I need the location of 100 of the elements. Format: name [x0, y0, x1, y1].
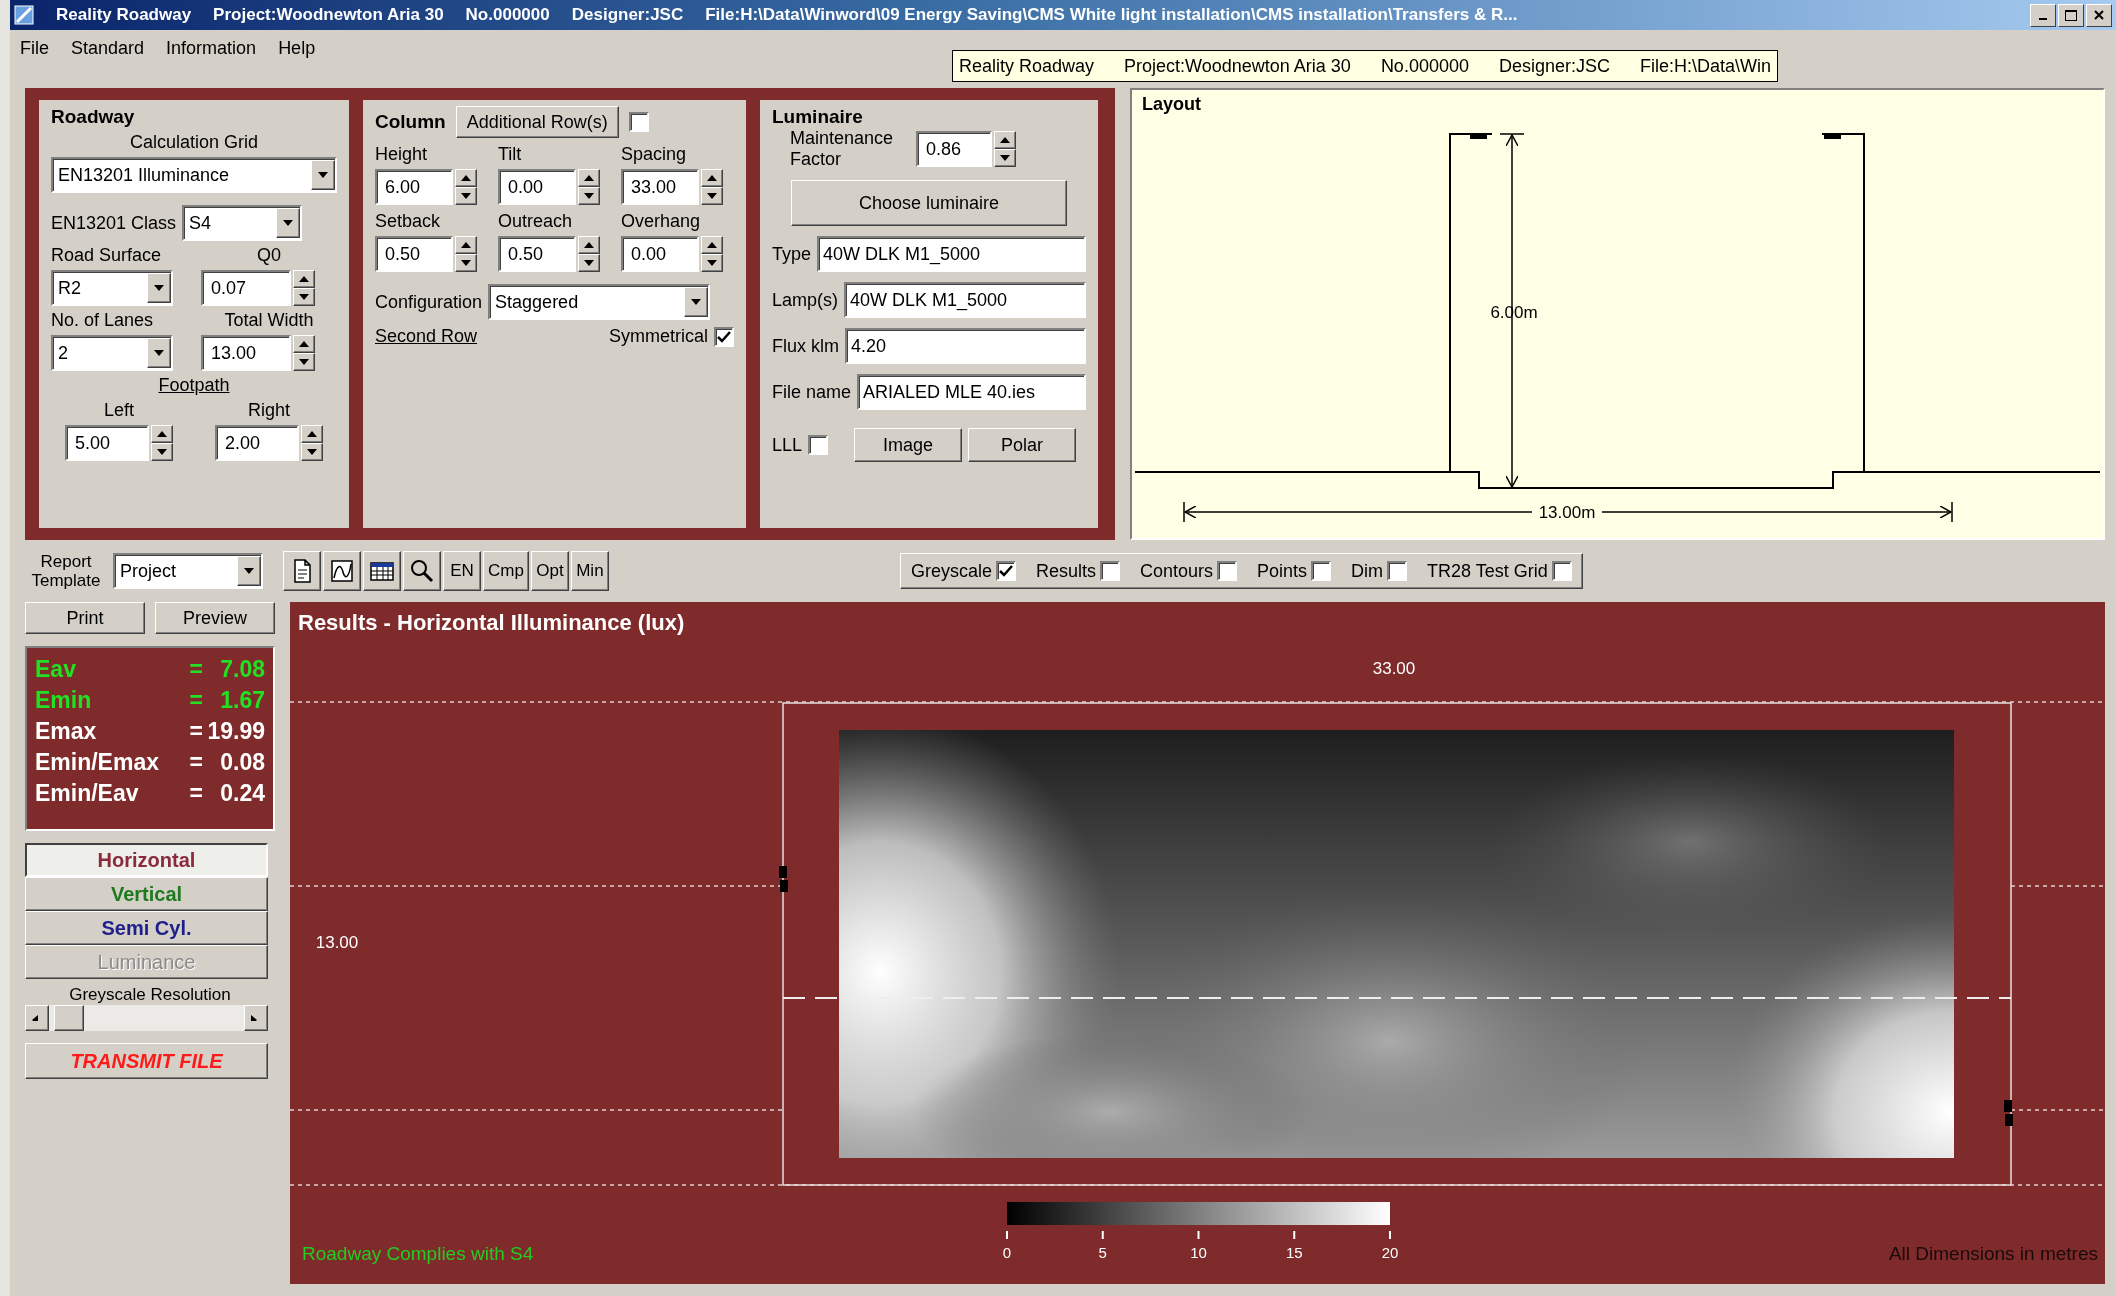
caret-down-icon [244, 568, 254, 574]
spin-up-button[interactable] [455, 236, 477, 254]
number-field[interactable]: 0.00 [498, 169, 576, 205]
caret-down-icon [584, 260, 594, 266]
spin-down-button[interactable] [578, 187, 600, 205]
polar-button[interactable]: Polar [968, 428, 1077, 462]
choose-luminaire-button[interactable]: Choose luminaire [791, 180, 1067, 226]
dropdown[interactable]: 2 [51, 335, 173, 371]
spin-down-button[interactable] [701, 254, 723, 272]
checkbox[interactable] [995, 561, 1016, 581]
number-field[interactable]: 6.00 [375, 169, 453, 205]
menu-item[interactable]: Information [166, 37, 257, 59]
number-field[interactable]: 33.00 [621, 169, 699, 205]
text-field[interactable]: 40W DLK M1_5000 [817, 236, 1086, 272]
checkbox[interactable] [1217, 561, 1237, 581]
number-field[interactable]: 5.00 [65, 425, 149, 461]
spin-down-button[interactable] [293, 288, 315, 306]
text-field[interactable]: 4.20 [845, 328, 1086, 364]
menu-item[interactable]: Standard [71, 37, 145, 59]
toolbar-button[interactable] [283, 551, 321, 591]
number-field[interactable]: 0.50 [375, 236, 453, 272]
image-button[interactable]: Image [854, 428, 963, 462]
caret-up-icon [307, 431, 317, 437]
number-field[interactable]: 0.00 [621, 236, 699, 272]
toolbar-button[interactable] [323, 551, 361, 591]
toolbar-button[interactable]: Cmp [483, 551, 529, 591]
field-label: Results [1035, 560, 1096, 582]
equals-sign: = [189, 686, 203, 715]
spin-up-button[interactable] [293, 270, 315, 288]
scroll-right-button[interactable] [244, 1005, 268, 1031]
tick-mark [1006, 1230, 1008, 1240]
dropdown[interactable]: R2 [51, 270, 173, 306]
spin-down-button[interactable] [455, 187, 477, 205]
close-button[interactable] [2086, 3, 2112, 27]
caret-down-icon [154, 285, 164, 291]
stat-label: Emin [35, 686, 93, 715]
spin-up-button[interactable] [151, 425, 173, 443]
dropdown[interactable]: Staggered [488, 284, 711, 320]
equals-sign: = [189, 779, 203, 808]
additional-rows-button[interactable]: Additional Row(s) [455, 106, 619, 138]
tooltip-text: No.000000 [1380, 55, 1469, 77]
number-field[interactable]: 2.00 [215, 425, 299, 461]
width-label: 13.00 [315, 933, 359, 952]
scroll-left-button[interactable] [25, 1005, 49, 1031]
spin-up-button[interactable] [701, 169, 723, 187]
second-row-link[interactable]: Second Row [375, 326, 478, 347]
print-button[interactable]: Print [25, 602, 145, 634]
checkbox[interactable] [808, 435, 829, 455]
checkbox[interactable] [1099, 561, 1120, 581]
spin-up-button[interactable] [701, 236, 723, 254]
text-field[interactable]: 40W DLK M1_5000 [844, 282, 1086, 318]
mode-button[interactable]: Semi Cyl. [25, 911, 268, 945]
caret-up-icon [584, 175, 594, 181]
menu-item[interactable]: File [20, 37, 49, 59]
spin-up-button[interactable] [994, 131, 1016, 149]
column-marker [779, 866, 788, 892]
minimize-button[interactable] [2030, 3, 2056, 27]
number-field[interactable]: 0.50 [498, 236, 576, 272]
number-field[interactable]: 0.86 [916, 131, 992, 167]
maximize-button[interactable] [2058, 3, 2084, 27]
spin-down-button[interactable] [301, 443, 323, 461]
dropdown[interactable]: S4 [182, 205, 303, 241]
number-field[interactable]: 13.00 [201, 335, 291, 371]
spin-up-button[interactable] [455, 169, 477, 187]
spin-down-button[interactable] [994, 149, 1016, 167]
spin-down-button[interactable] [701, 187, 723, 205]
spin-down-button[interactable] [578, 254, 600, 272]
toolbar-button[interactable]: Min [570, 551, 609, 591]
preview-button[interactable]: Preview [155, 602, 275, 634]
checkbox[interactable] [714, 326, 734, 347]
spin-down-button[interactable] [293, 353, 315, 371]
checkbox[interactable] [628, 112, 649, 132]
spin-down-button[interactable] [455, 254, 477, 272]
spin-down-button[interactable] [151, 443, 173, 461]
spin-up-button[interactable] [293, 335, 315, 353]
field-label: Overhang [621, 211, 702, 232]
text-field[interactable]: ARIALED MLE 40.ies [857, 374, 1086, 410]
spin-up-button[interactable] [301, 425, 323, 443]
spin-up-button[interactable] [578, 169, 600, 187]
number-field[interactable]: 0.07 [201, 270, 291, 306]
toolbar-button[interactable]: Opt [530, 551, 569, 591]
field-label: Symmetrical [609, 326, 708, 347]
dropdown[interactable]: EN13201 Illuminance [51, 157, 337, 193]
spin-up-button[interactable] [578, 236, 600, 254]
mode-button[interactable]: Vertical [25, 877, 268, 911]
dropdown[interactable]: Project [113, 553, 263, 589]
checkbox[interactable] [1387, 561, 1408, 581]
slider-thumb[interactable] [53, 1005, 84, 1031]
panel-title: Luminaire [772, 106, 864, 128]
caret-down-icon [307, 449, 317, 455]
menu-item[interactable]: Help [278, 37, 316, 59]
mode-button[interactable]: Horizontal [25, 843, 268, 877]
checkbox[interactable] [1551, 561, 1572, 581]
caret-up-icon [584, 242, 594, 248]
equals-sign: = [189, 748, 203, 777]
toolbar-button[interactable]: EN [443, 551, 481, 591]
toolbar-button[interactable] [403, 551, 441, 591]
checkbox[interactable] [1311, 561, 1332, 581]
footpath-link[interactable]: Footpath [158, 375, 230, 396]
toolbar-button[interactable] [363, 551, 401, 591]
